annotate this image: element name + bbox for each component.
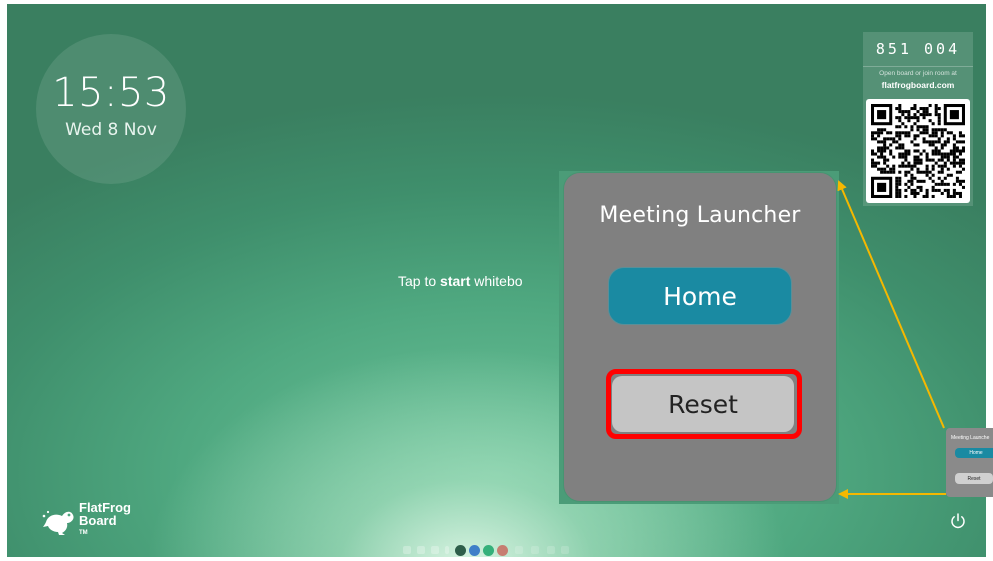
arrow-to-room-panel [837, 180, 945, 429]
callout-arrows [837, 180, 946, 499]
